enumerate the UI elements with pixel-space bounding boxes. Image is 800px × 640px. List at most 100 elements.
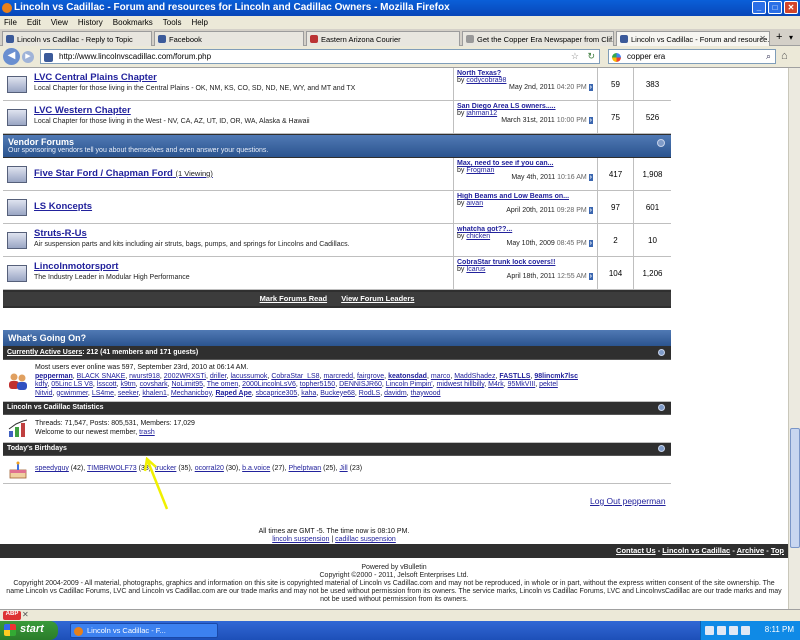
tray-icon[interactable] [705,626,714,635]
user-link[interactable]: Mechanicboy [171,390,212,397]
logout-link[interactable]: Log Out pepperman [590,496,666,506]
last-post-title[interactable]: Max, need to see if you can... [457,160,593,167]
menu-file[interactable]: File [4,18,17,27]
user-link[interactable]: 2000LincolnLsV6 [242,381,296,388]
collapse-icon[interactable] [658,349,665,356]
minimize-button[interactable]: _ [752,1,766,14]
last-post-author[interactable]: Frogman [466,167,494,174]
user-link[interactable]: seeker [118,390,139,397]
user-link[interactable]: kaha [301,390,316,397]
user-link[interactable]: fairgrove [357,373,384,380]
birthday-user-link[interactable]: b.a.voice [242,465,270,472]
user-link[interactable]: 95MkVIII [508,381,536,388]
list-tabs-icon[interactable]: ▾ [789,33,793,42]
user-link[interactable]: driller [210,373,227,380]
tab-reply-to-topic[interactable]: Lincoln vs Cadillac - Reply to Topic [2,31,152,46]
vertical-scrollbar[interactable] [788,68,800,614]
go-to-post-icon[interactable]: › [588,240,593,247]
menu-history[interactable]: History [78,18,103,27]
user-link[interactable]: topher5150 [300,381,335,388]
archive-link[interactable]: Archive [737,546,765,555]
user-link[interactable]: gcwimmer [56,390,88,397]
user-link[interactable]: 2002WRXSTi [164,373,206,380]
maximize-button[interactable]: □ [768,1,782,14]
taskbar-item-firefox[interactable]: Lincoln vs Cadillac - F... [70,623,218,638]
user-link[interactable]: lacussumok [230,373,267,380]
contact-us-link[interactable]: Contact Us [616,546,656,555]
menu-tools[interactable]: Tools [163,18,182,27]
active-users-link[interactable]: Currently Active Users [7,349,82,356]
mark-forums-read-link[interactable]: Mark Forums Read [260,294,328,303]
user-link[interactable]: marcredd [323,373,353,380]
go-to-post-icon[interactable]: › [588,174,593,181]
user-link[interactable]: FASTLLS [499,373,530,380]
home-icon[interactable]: ⌂ [781,50,788,62]
tray-icon[interactable] [741,626,750,635]
last-post-author[interactable]: codycobra98 [466,77,506,84]
user-link[interactable]: kdfy [35,381,47,388]
user-link[interactable]: LS4me [92,390,114,397]
new-tab-button[interactable]: + [776,31,782,43]
user-link[interactable]: pektel [539,381,558,388]
lincoln-suspension-link[interactable]: lincoln suspension [272,536,329,543]
collapse-icon[interactable] [657,139,665,147]
birthday-user-link[interactable]: Phelptwan [289,465,322,472]
user-link[interactable]: davidm [384,390,407,397]
user-link[interactable]: thaywood [411,390,441,397]
user-link[interactable]: marco [431,373,450,380]
last-post-author[interactable]: jahman12 [466,110,497,117]
tray-icon[interactable] [729,626,738,635]
forum-title-link[interactable]: Lincolnmotorsport [34,261,118,272]
bookmark-star-icon[interactable]: ☆ [571,51,579,62]
user-link[interactable]: RodLS [359,390,380,397]
start-button[interactable]: start [0,621,58,640]
back-button[interactable]: ◀ [3,48,20,65]
search-input[interactable]: copper era ⌕ [608,49,776,64]
collapse-icon[interactable] [658,404,665,411]
last-post-title[interactable]: North Texas? [457,70,593,77]
birthday-user-link[interactable]: Jill [340,465,348,472]
user-link[interactable]: sbcaprice305 [256,390,298,397]
birthday-user-link[interactable]: speedyguy [35,465,69,472]
top-link[interactable]: Top [771,546,784,555]
user-link[interactable]: MaddShadez [454,373,495,380]
user-link[interactable]: rwurst918 [129,373,160,380]
tab-copper-era[interactable]: Get the Copper Era Newspaper from Clif..… [462,31,614,46]
category-title[interactable]: Vendor Forums [8,137,74,147]
menu-edit[interactable]: Edit [27,18,41,27]
go-to-post-icon[interactable]: › [588,273,593,280]
forum-title-link[interactable]: Five Star Ford / Chapman Ford (1 Viewing… [34,168,213,179]
collapse-icon[interactable] [658,445,665,452]
tray-icon[interactable] [717,626,726,635]
forum-title-link[interactable]: LS Koncepts [34,201,92,212]
reload-icon[interactable]: ↻ [587,51,595,62]
last-post-author[interactable]: aivan [466,200,483,207]
last-post-author[interactable]: Icarus [466,266,485,273]
birthday-user-link[interactable]: ocorral20 [195,465,224,472]
menu-bookmarks[interactable]: Bookmarks [113,18,153,27]
birthday-user-link[interactable]: TIMBRWOLF73 [87,465,137,472]
user-link[interactable]: covshark [140,381,168,388]
user-link[interactable]: CobraStar_LS8 [271,373,319,380]
last-post-title[interactable]: High Beams and Low Beams on... [457,193,593,200]
last-post-title[interactable]: San Diego Area LS owners..... [457,103,593,110]
tab-facebook[interactable]: Facebook [154,31,304,46]
user-link[interactable]: DENNISJR60 [339,381,382,388]
go-to-post-icon[interactable]: › [588,207,593,214]
user-link[interactable]: keatonsdad [388,373,427,380]
tab-eastern-arizona-courier[interactable]: Eastern Arizona Courier [306,31,460,46]
close-tab-icon[interactable]: ✕ [759,34,766,43]
forward-button[interactable]: ▶ [22,51,34,63]
last-post-title[interactable]: CobraStar trunk lock covers!! [457,259,593,266]
user-link[interactable]: pepperman [35,373,73,380]
user-link[interactable]: khalen1 [142,390,167,397]
user-link[interactable]: BLACK SNAKE [77,373,126,380]
user-link[interactable]: Buckeye68 [320,390,355,397]
last-post-title[interactable]: whatcha got??... [457,226,593,233]
user-link[interactable]: 98lincmk7lsc [534,373,578,380]
forum-title-link[interactable]: LVC Central Plains Chapter [34,72,157,83]
user-link[interactable]: The omen [207,381,239,388]
user-link[interactable]: Nitvid [35,390,53,397]
user-link[interactable]: k9tm [121,381,136,388]
user-link[interactable]: M4rk [488,381,504,388]
